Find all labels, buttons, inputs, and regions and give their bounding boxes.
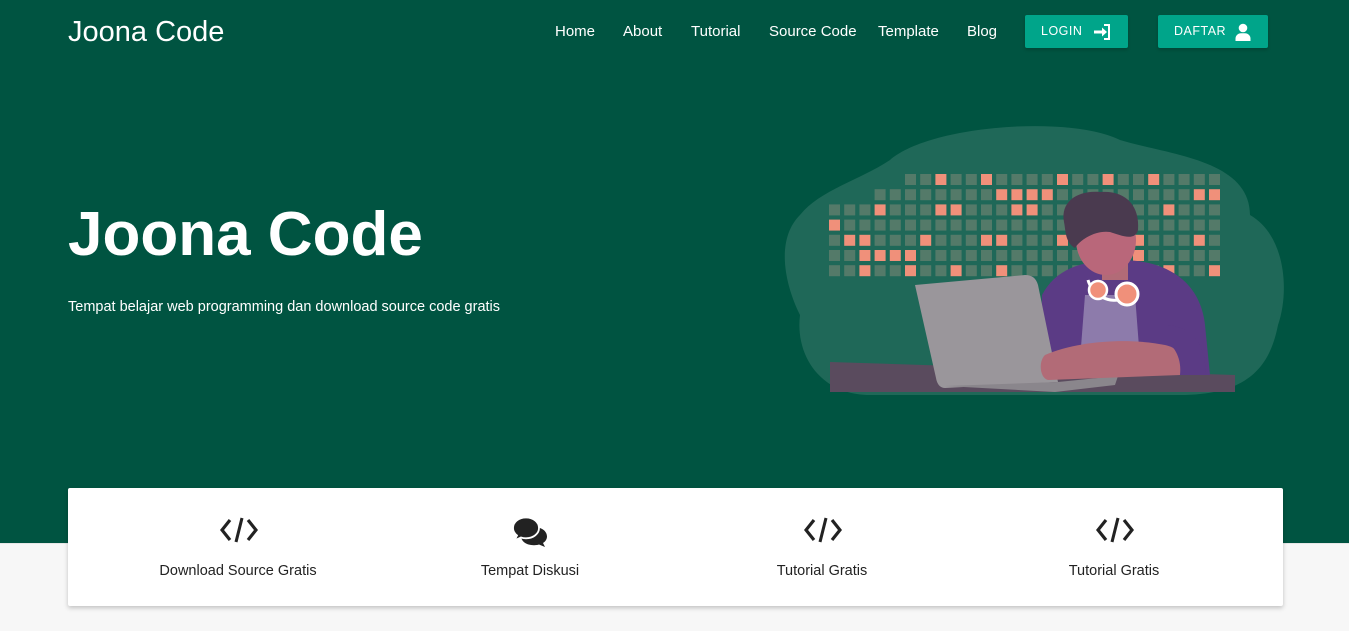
register-button[interactable]: DAFTAR [1158, 15, 1268, 48]
sign-in-icon [1094, 24, 1110, 40]
feature-label: Tutorial Gratis [1068, 563, 1160, 579]
code-icon [220, 517, 258, 543]
code-icon [804, 517, 842, 543]
feature-free-tutorial-2: Tutorial Gratis [964, 488, 1264, 606]
comments-icon [512, 516, 547, 547]
user-icon [1235, 23, 1251, 41]
nav-home[interactable]: Home [555, 21, 595, 43]
feature-label: Tempat Diskusi [480, 563, 580, 579]
nav-blog[interactable]: Blog [967, 21, 997, 43]
main-nav: Home About Tutorial Source Code Template… [0, 15, 1349, 49]
login-label: LOGIN [1041, 24, 1083, 38]
hero-subtitle: Tempat belajar web programming dan downl… [68, 299, 501, 315]
feature-discussion: Tempat Diskusi [380, 488, 680, 606]
person-coding-illustration [784, 126, 1284, 395]
features-panel: Download Source Gratis Tempat Diskusi Tu… [68, 488, 1283, 606]
nav-about[interactable]: About [623, 21, 662, 43]
nav-template[interactable]: Template [878, 21, 939, 43]
nav-tutorial[interactable]: Tutorial [691, 21, 740, 43]
feature-label: Tutorial Gratis [776, 563, 868, 579]
register-label: DAFTAR [1174, 24, 1227, 38]
feature-free-tutorial: Tutorial Gratis [672, 488, 972, 606]
hero-title: Joona Code [68, 200, 423, 269]
feature-label: Download Source Gratis [159, 563, 317, 579]
feature-download-source: Download Source Gratis [88, 488, 388, 606]
login-button[interactable]: LOGIN [1025, 15, 1128, 48]
nav-source-code[interactable]: Source Code [769, 21, 857, 43]
code-icon [1096, 517, 1134, 543]
